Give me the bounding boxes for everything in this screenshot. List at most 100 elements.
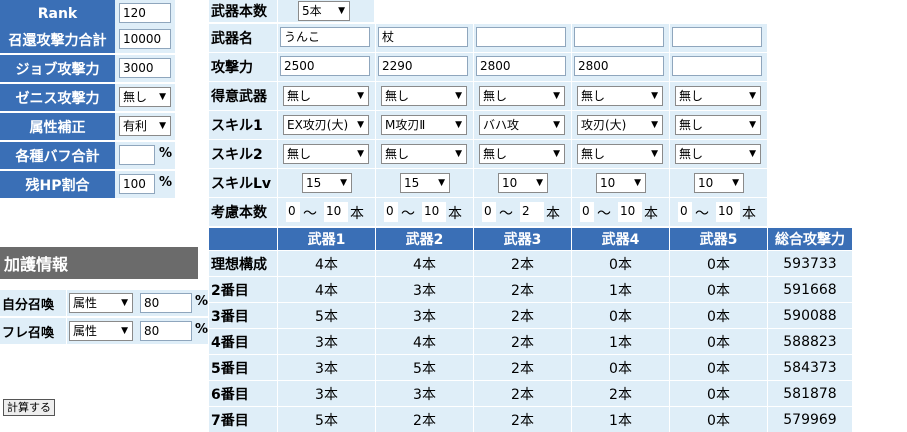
param-input[interactable] — [119, 145, 155, 165]
results-row-label: 理想構成 — [209, 251, 277, 276]
weapon-attack-input[interactable]: 2500 — [280, 56, 370, 76]
weapon-attack-input[interactable]: 2800 — [476, 56, 566, 76]
chevron-down-icon: ▼ — [749, 149, 756, 159]
weapon-skill2-select[interactable]: 無し ▼ — [283, 144, 369, 164]
results-cell: 1本 — [572, 329, 669, 354]
weapon-specialty-select[interactable]: 無し ▼ — [381, 86, 467, 106]
percent-sign: % — [159, 146, 173, 161]
chevron-down-icon: ▼ — [651, 91, 658, 101]
range-separator: 〜 — [695, 206, 709, 222]
chevron-down-icon: ▼ — [553, 120, 560, 130]
results-cell: 0本 — [670, 251, 767, 276]
weapon-skill2-select[interactable]: 無し ▼ — [577, 144, 663, 164]
weapon-skill-lv-select[interactable]: 10 ▼ — [498, 173, 548, 193]
results-cell: 579969 — [768, 407, 852, 432]
weapon-skill1-select-value: M攻刃Ⅱ — [385, 118, 426, 132]
param-select-value: 無し — [123, 90, 148, 104]
range-min-input[interactable]: 0 — [580, 202, 594, 222]
range-separator: 〜 — [597, 206, 611, 222]
weapon-skill1-select[interactable]: 無し ▼ — [675, 115, 761, 135]
weapon-skill-lv-select[interactable]: 15 ▼ — [400, 173, 450, 193]
results-row-label: 2番目 — [209, 277, 277, 302]
weapon-skill-lv-select-value: 15 — [306, 176, 322, 190]
weapon-skill-lv-select[interactable]: 15 ▼ — [302, 173, 352, 193]
results-cell: 2本 — [474, 329, 571, 354]
results-cell: 0本 — [670, 407, 767, 432]
results-header: 武器3 — [474, 228, 571, 250]
range-min-input[interactable]: 0 — [384, 202, 398, 222]
percent-sign: % — [195, 322, 209, 337]
range-max-input[interactable]: 10 — [422, 202, 446, 222]
protection-select[interactable]: 属性 ▼ — [69, 321, 133, 341]
results-cell: 4本 — [278, 251, 375, 276]
param-select[interactable]: 無し ▼ — [119, 87, 171, 107]
range-min-input[interactable]: 0 — [678, 202, 692, 222]
results-cell: 4本 — [278, 277, 375, 302]
weapon-skill1-select[interactable]: EX攻刃(大) ▼ — [283, 115, 369, 135]
protection-select[interactable]: 属性 ▼ — [69, 293, 133, 313]
weapon-names-input[interactable] — [672, 27, 762, 47]
weapon-skill2-select[interactable]: 無し ▼ — [381, 144, 467, 164]
weapon-row-label: スキルLv — [209, 169, 277, 197]
param-input[interactable]: 3000 — [119, 58, 171, 78]
weapon-row-label: 武器名 — [209, 24, 277, 52]
results-cell: 5本 — [376, 355, 473, 380]
param-label: 属性補正 — [0, 113, 115, 140]
weapon-specialty-select[interactable]: 無し ▼ — [283, 86, 369, 106]
results-cell: 1本 — [572, 407, 669, 432]
weapon-skill1-select[interactable]: 攻刃(大) ▼ — [577, 115, 663, 135]
results-cell: 2本 — [474, 407, 571, 432]
weapon-specialty-select[interactable]: 無し ▼ — [479, 86, 565, 106]
protection-input[interactable]: 80 — [140, 293, 192, 313]
range-unit: 本 — [350, 206, 364, 222]
results-cell: 5本 — [278, 303, 375, 328]
weapon-attack-input[interactable]: 2290 — [378, 56, 468, 76]
weapon-attack-input[interactable] — [672, 56, 762, 76]
weapon-skill2-select[interactable]: 無し ▼ — [675, 144, 761, 164]
weapon-skill1-select[interactable]: M攻刃Ⅱ ▼ — [381, 115, 467, 135]
chevron-down-icon: ▼ — [438, 178, 445, 188]
range-max-input[interactable]: 10 — [324, 202, 348, 222]
weapon-names-input[interactable]: 杖 — [378, 27, 468, 47]
weapon-skill-lv-select-value: 15 — [404, 176, 420, 190]
percent-sign: % — [159, 175, 173, 190]
range-max-input[interactable]: 10 — [716, 202, 740, 222]
calculate-button[interactable]: 計算する — [3, 399, 55, 416]
param-input[interactable]: 120 — [119, 3, 171, 23]
range-max-input[interactable]: 2 — [520, 202, 544, 222]
weapon-skill1-select[interactable]: バハ攻 ▼ — [479, 115, 565, 135]
weapon-specialty-select[interactable]: 無し ▼ — [675, 86, 761, 106]
param-select-value: 有利 — [123, 119, 148, 133]
weapon-row-label: 攻撃力 — [209, 53, 277, 81]
chevron-down-icon: ▼ — [357, 120, 364, 130]
range-unit: 本 — [546, 206, 560, 222]
param-label: ゼニス攻撃力 — [0, 84, 115, 111]
weapon-row-label: スキル1 — [209, 111, 277, 139]
param-label: 召還攻撃力合計 — [0, 26, 115, 53]
chevron-down-icon: ▼ — [455, 149, 462, 159]
results-cell: 0本 — [572, 251, 669, 276]
param-input[interactable]: 100 — [119, 174, 155, 194]
weapon-names-input[interactable] — [574, 27, 664, 47]
range-min-input[interactable]: 0 — [286, 202, 300, 222]
weapon-count-select[interactable]: 5本 ▼ — [298, 1, 350, 21]
weapon-names-input[interactable] — [476, 27, 566, 47]
weapon-names-input[interactable]: うんこ — [280, 27, 370, 47]
protection-input[interactable]: 80 — [140, 321, 192, 341]
range-max-input[interactable]: 10 — [618, 202, 642, 222]
weapon-skill-lv-select[interactable]: 10 ▼ — [694, 173, 744, 193]
results-row-label: 7番目 — [209, 407, 277, 432]
weapon-skill2-select[interactable]: 無し ▼ — [479, 144, 565, 164]
results-cell: 2本 — [474, 355, 571, 380]
results-cell: 3本 — [376, 303, 473, 328]
results-header: 武器2 — [376, 228, 473, 250]
weapon-specialty-select[interactable]: 無し ▼ — [577, 86, 663, 106]
param-input[interactable]: 10000 — [119, 29, 171, 49]
param-select[interactable]: 有利 ▼ — [119, 116, 171, 136]
weapon-attack-input[interactable]: 2800 — [574, 56, 664, 76]
results-cell: 2本 — [572, 381, 669, 406]
weapon-skill-lv-select[interactable]: 10 ▼ — [596, 173, 646, 193]
range-separator: 〜 — [499, 206, 513, 222]
chevron-down-icon: ▼ — [651, 120, 658, 130]
range-min-input[interactable]: 0 — [482, 202, 496, 222]
